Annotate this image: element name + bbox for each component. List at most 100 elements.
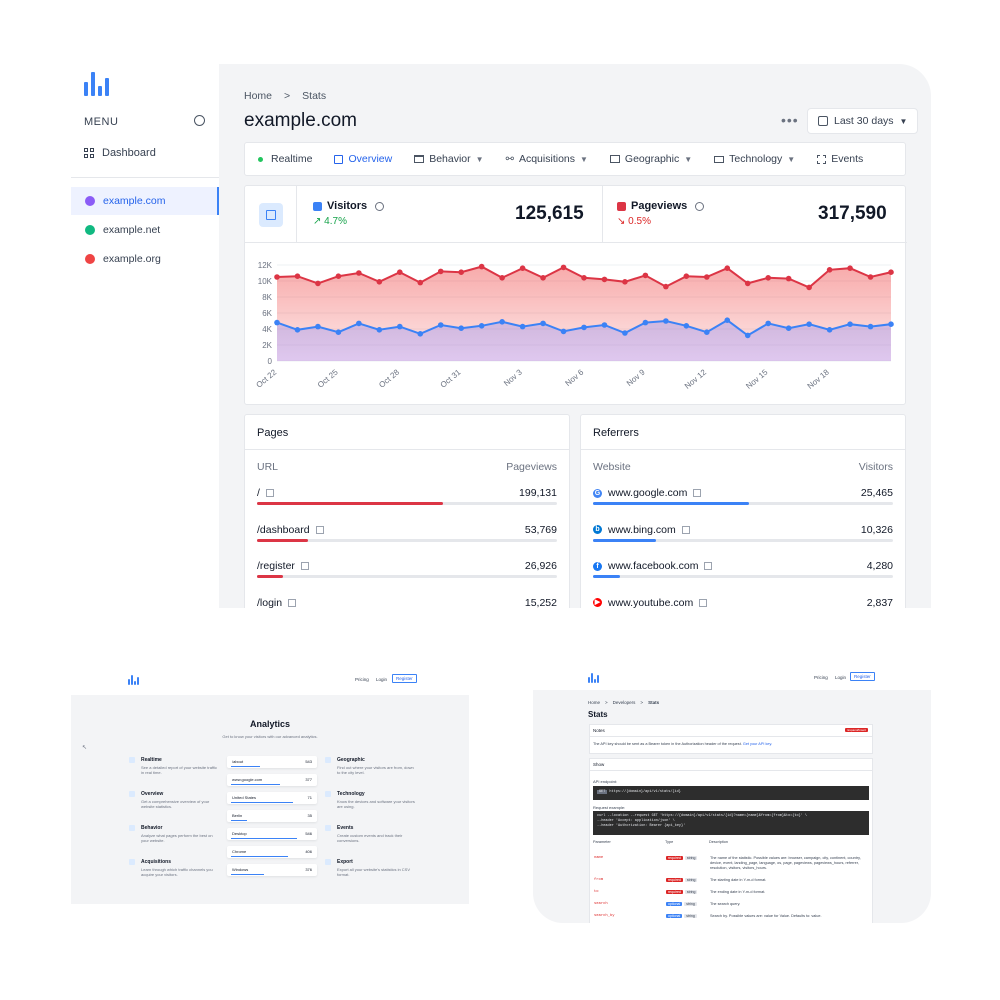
share-bar-track xyxy=(257,502,557,505)
table-row[interactable]: b www.bing.com 10,326 xyxy=(593,524,893,560)
nav-login-link[interactable]: Login xyxy=(835,675,846,680)
landing-title: Analytics xyxy=(249,719,291,729)
feature-title: Acquisitions xyxy=(141,859,172,865)
stats-tabs: Realtime Overview Behavior ▼ ⚯ Acquisiti… xyxy=(244,142,906,176)
sidebar-site-example-org[interactable]: example.org xyxy=(71,245,219,273)
pageviews-point xyxy=(478,263,485,270)
external-link-icon[interactable] xyxy=(699,598,708,607)
nav-register-button[interactable]: Register xyxy=(850,672,875,681)
list-item: Berlin 35 xyxy=(227,810,317,822)
tab-behavior[interactable]: Behavior ▼ xyxy=(401,143,492,175)
external-link-icon[interactable] xyxy=(315,525,324,534)
table-row[interactable]: / 199,131 xyxy=(257,487,557,523)
share-bar-track xyxy=(257,538,557,542)
visitors-label: Visitors xyxy=(327,200,368,212)
param-name: name xyxy=(594,856,604,860)
visitors-change: 4.7% xyxy=(324,216,347,227)
nav-login-link[interactable]: Login xyxy=(376,677,387,682)
pageviews-stat[interactable]: Pageviews ↘ 0.5% xyxy=(617,200,817,227)
sidebar-item-dashboard[interactable]: Dashboard xyxy=(84,147,156,159)
param-description: The search query. xyxy=(710,902,741,906)
x-tick-label: Nov 3 xyxy=(502,367,524,388)
tab-events[interactable]: Events xyxy=(804,143,872,175)
pageviews-point xyxy=(335,273,342,279)
table-row[interactable]: /login 15,252 xyxy=(257,597,557,609)
external-link-icon[interactable] xyxy=(265,489,274,497)
col-visitors: Visitors xyxy=(858,461,893,473)
app-logo[interactable] xyxy=(588,673,600,683)
request-label: Request example: xyxy=(593,805,626,810)
external-link-icon[interactable] xyxy=(288,598,297,607)
tab-overview[interactable]: Overview xyxy=(321,143,401,175)
pageviews-point xyxy=(274,274,280,280)
notes-card: Notes Expand/Insert The API key should b… xyxy=(589,724,873,754)
chevron-down-icon: ▼ xyxy=(475,154,484,164)
external-link-icon[interactable] xyxy=(681,525,690,534)
tab-geographic[interactable]: Geographic ▼ xyxy=(597,143,701,175)
table-row[interactable]: /register 26,926 xyxy=(257,560,557,596)
row-label[interactable]: www.facebook.com xyxy=(608,560,698,572)
breadcrumb-home[interactable]: Home xyxy=(244,90,272,102)
external-link-icon[interactable] xyxy=(704,562,713,570)
row-label[interactable]: www.bing.com xyxy=(608,524,676,536)
landing-navbar: Pricing Login Register xyxy=(71,667,469,695)
breadcrumb-home[interactable]: Home xyxy=(588,700,600,705)
row-label[interactable]: / xyxy=(257,487,260,499)
x-tick-label: Nov 12 xyxy=(683,367,709,391)
row-label[interactable]: /dashboard xyxy=(257,524,310,536)
overview-chart[interactable]: 0 2K 4K 6K 8K 10K 12K Oct 22 Oct 25 Oct 28 Oct 31 N… xyxy=(245,243,905,403)
more-options-button[interactable]: ••• xyxy=(781,112,799,128)
overview-icon-box xyxy=(245,186,297,242)
external-link-icon[interactable] xyxy=(300,562,309,570)
endpoint-method: GET xyxy=(597,790,608,794)
sidebar-site-example-net[interactable]: example.net xyxy=(71,216,219,244)
sidebar-site-example-com[interactable]: example.com xyxy=(71,187,219,215)
site-favicon-icon xyxy=(85,254,95,264)
param-description: The starting date in Y-m-d format. xyxy=(710,878,767,882)
breadcrumb-developers[interactable]: Developers xyxy=(613,700,636,705)
endpoint-code-block: GET https://{domain}/api/v1/stats/{id} xyxy=(593,786,869,800)
param-type-badge: string xyxy=(684,902,697,906)
nav-pricing-link[interactable]: Pricing xyxy=(814,675,828,680)
param-name: search xyxy=(594,902,608,906)
breadcrumb: Home > Stats xyxy=(244,90,326,102)
x-tick-label: Oct 22 xyxy=(254,367,278,389)
chevron-down-icon: ▼ xyxy=(899,116,908,126)
y-tick-label: 0 xyxy=(268,357,273,366)
x-tick-label: Oct 31 xyxy=(439,367,463,389)
card-divider xyxy=(245,449,569,450)
param-description: The name of the statistic. Possible valu… xyxy=(710,856,861,870)
row-label[interactable]: /login xyxy=(257,597,282,609)
date-range-button[interactable]: Last 30 days ▼ xyxy=(807,108,919,134)
notes-api-key-link[interactable]: Get your API key. xyxy=(743,742,772,746)
app-logo[interactable] xyxy=(84,72,110,96)
table-row[interactable]: f www.facebook.com 4,280 xyxy=(593,560,893,596)
app-logo[interactable] xyxy=(128,675,140,685)
map-icon xyxy=(609,155,620,163)
item-bar xyxy=(231,802,293,803)
table-row[interactable]: /dashboard 53,769 xyxy=(257,524,557,560)
feature-icon xyxy=(325,791,331,797)
tab-acquisitions[interactable]: ⚯ Acquisitions ▼ xyxy=(493,143,597,175)
external-link-icon[interactable] xyxy=(693,489,702,497)
tab-label: Realtime xyxy=(271,153,313,165)
item-bar xyxy=(231,784,281,785)
table-row[interactable]: ▶ www.youtube.com 2,837 xyxy=(593,597,893,609)
row-label[interactable]: www.youtube.com xyxy=(608,597,693,609)
visitors-point xyxy=(540,320,546,327)
col-pageviews: Pageviews xyxy=(506,461,557,473)
nav-pricing-link[interactable]: Pricing xyxy=(355,677,369,682)
row-label[interactable]: /register xyxy=(257,560,295,572)
theme-toggle-icon[interactable] xyxy=(194,115,205,126)
tab-realtime[interactable]: Realtime xyxy=(245,143,321,175)
table-row[interactable]: Gwww.google.com 25,465 xyxy=(593,487,893,523)
feature-icon xyxy=(325,859,331,865)
x-tick-label: Oct 25 xyxy=(316,367,340,389)
nav-register-button[interactable]: Register xyxy=(392,674,417,683)
x-tick-label: Nov 18 xyxy=(806,367,832,391)
visitors-point xyxy=(765,320,771,327)
pageviews-point xyxy=(744,280,751,287)
col-website: Website xyxy=(593,461,631,473)
tab-technology[interactable]: Technology ▼ xyxy=(701,143,804,175)
row-label[interactable]: www.google.com xyxy=(608,487,687,499)
